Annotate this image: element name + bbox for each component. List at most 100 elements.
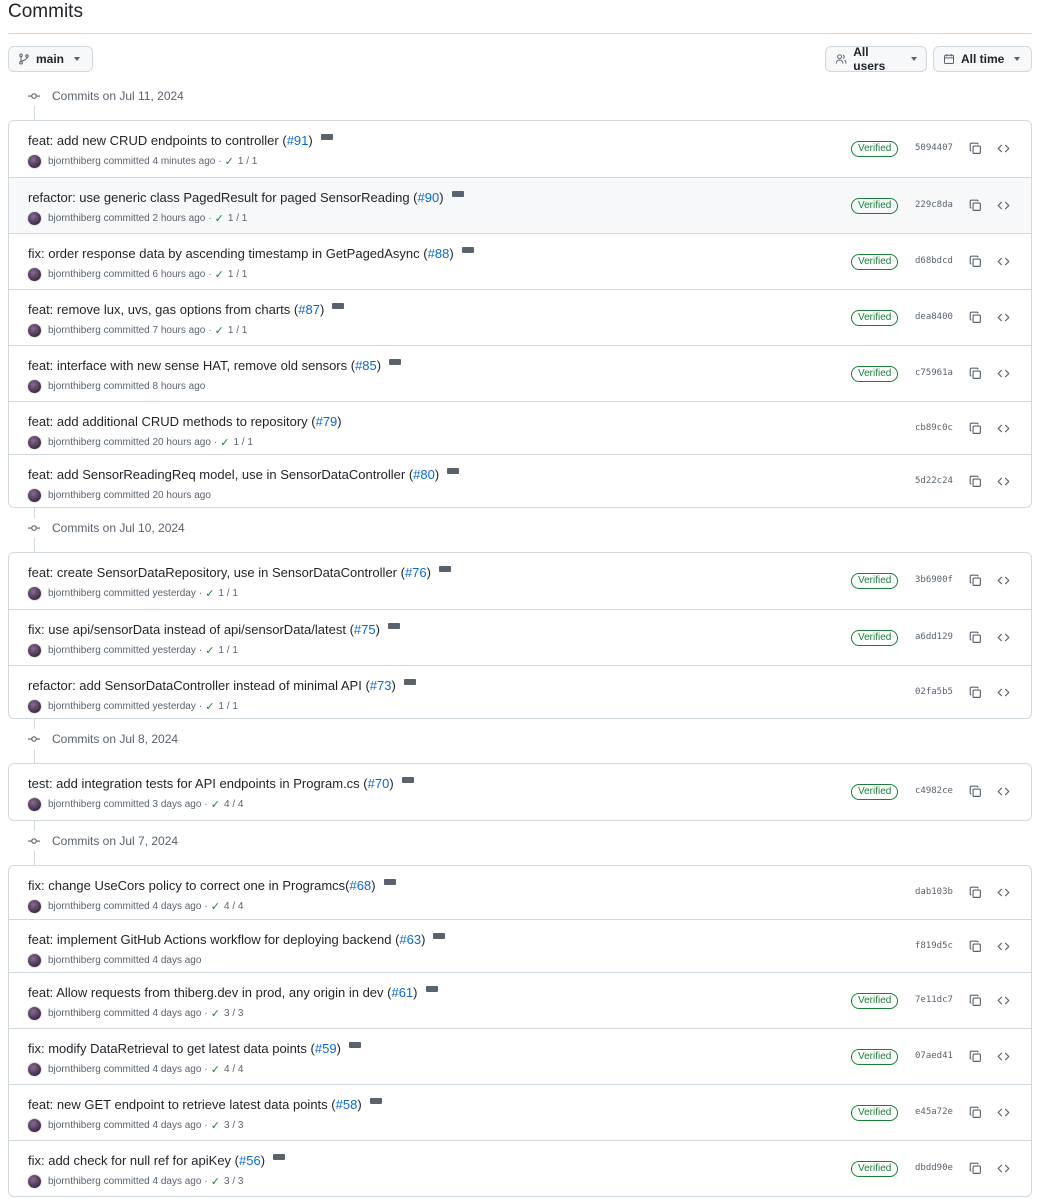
- code-browse-icon[interactable]: [997, 142, 1010, 155]
- ellipsis-expand-button[interactable]: [389, 358, 402, 365]
- copy-icon[interactable]: [969, 886, 982, 899]
- check-icon[interactable]: ✓: [225, 155, 234, 168]
- pull-request-link[interactable]: #56: [239, 1153, 261, 1168]
- author-link[interactable]: bjornthiberg: [48, 490, 101, 501]
- pull-request-link[interactable]: #75: [354, 622, 376, 637]
- pull-request-link[interactable]: #68: [350, 878, 372, 893]
- copy-icon[interactable]: [969, 1106, 982, 1119]
- commit-sha-link[interactable]: c75961a: [915, 368, 953, 378]
- verified-badge[interactable]: Verified: [851, 630, 899, 646]
- pull-request-link[interactable]: #80: [413, 467, 435, 482]
- copy-icon[interactable]: [969, 631, 982, 644]
- ellipsis-expand-button[interactable]: [383, 878, 396, 885]
- commit-sha-link[interactable]: cb89c0c: [915, 423, 953, 433]
- check-icon[interactable]: ✓: [215, 324, 224, 337]
- commit-title[interactable]: fix: modify DataRetrieval to get latest …: [28, 1041, 315, 1056]
- avatar[interactable]: [28, 954, 41, 967]
- verified-badge[interactable]: Verified: [851, 1105, 899, 1121]
- verified-badge[interactable]: Verified: [851, 198, 899, 214]
- commit-row[interactable]: feat: add SensorReadingReq model, use in…: [9, 454, 1031, 507]
- code-browse-icon[interactable]: [997, 1106, 1010, 1119]
- checks-count[interactable]: 4 / 4: [224, 1064, 243, 1075]
- avatar[interactable]: [28, 380, 41, 393]
- check-icon[interactable]: ✓: [211, 798, 220, 811]
- checks-count[interactable]: 1 / 1: [228, 213, 247, 224]
- branch-selector-button[interactable]: main: [8, 46, 93, 72]
- checks-count[interactable]: 3 / 3: [224, 1176, 243, 1187]
- commit-sha-link[interactable]: c4982ce: [915, 786, 953, 796]
- code-browse-icon[interactable]: [997, 574, 1010, 587]
- commit-title[interactable]: fix: order response data by ascending ti…: [28, 246, 428, 261]
- checks-count[interactable]: 1 / 1: [233, 437, 252, 448]
- author-link[interactable]: bjornthiberg: [48, 1008, 101, 1019]
- author-link[interactable]: bjornthiberg: [48, 588, 101, 599]
- code-browse-icon[interactable]: [997, 886, 1010, 899]
- pull-request-link[interactable]: #73: [370, 678, 392, 693]
- time-filter-button[interactable]: All time: [933, 46, 1032, 72]
- commit-title[interactable]: feat: interface with new sense HAT, remo…: [28, 358, 355, 373]
- author-link[interactable]: bjornthiberg: [48, 1176, 101, 1187]
- avatar[interactable]: [28, 900, 41, 913]
- checks-count[interactable]: 3 / 3: [224, 1008, 243, 1019]
- code-browse-icon[interactable]: [997, 1162, 1010, 1175]
- ellipsis-expand-button[interactable]: [348, 1041, 361, 1048]
- commit-title[interactable]: feat: create SensorDataRepository, use i…: [28, 565, 405, 580]
- commit-message[interactable]: test: add integration tests for API endp…: [28, 776, 414, 791]
- commit-title[interactable]: feat: new GET endpoint to retrieve lates…: [28, 1097, 336, 1112]
- commit-row[interactable]: fix: order response data by ascending ti…: [9, 233, 1031, 289]
- code-browse-icon[interactable]: [997, 255, 1010, 268]
- copy-icon[interactable]: [969, 994, 982, 1007]
- avatar[interactable]: [28, 798, 41, 811]
- commit-title[interactable]: fix: change UseCors policy to correct on…: [28, 878, 350, 893]
- code-browse-icon[interactable]: [997, 311, 1010, 324]
- commit-title[interactable]: feat: add new CRUD endpoints to controll…: [28, 133, 287, 148]
- ellipsis-expand-button[interactable]: [425, 985, 438, 992]
- pull-request-link[interactable]: #61: [391, 985, 413, 1000]
- author-link[interactable]: bjornthiberg: [48, 1064, 101, 1075]
- avatar[interactable]: [28, 324, 41, 337]
- commit-sha-link[interactable]: dab103b: [915, 887, 953, 897]
- copy-icon[interactable]: [969, 686, 982, 699]
- avatar[interactable]: [28, 268, 41, 281]
- commit-title[interactable]: feat: Allow requests from thiberg.dev in…: [28, 985, 391, 1000]
- copy-icon[interactable]: [969, 255, 982, 268]
- commit-row[interactable]: feat: add additional CRUD methods to rep…: [9, 401, 1031, 454]
- avatar[interactable]: [28, 1175, 41, 1188]
- commit-sha-link[interactable]: 02fa5b5: [915, 687, 953, 697]
- avatar[interactable]: [28, 1007, 41, 1020]
- avatar[interactable]: [28, 1119, 41, 1132]
- checks-count[interactable]: 1 / 1: [218, 588, 237, 599]
- commit-row[interactable]: feat: remove lux, uvs, gas options from …: [9, 289, 1031, 345]
- pull-request-link[interactable]: #85: [355, 358, 377, 373]
- author-link[interactable]: bjornthiberg: [48, 269, 101, 280]
- avatar[interactable]: [28, 1063, 41, 1076]
- checks-count[interactable]: 1 / 1: [228, 325, 247, 336]
- avatar[interactable]: [28, 587, 41, 600]
- checks-count[interactable]: 3 / 3: [224, 1120, 243, 1131]
- pull-request-link[interactable]: #59: [315, 1041, 337, 1056]
- commit-row[interactable]: feat: create SensorDataRepository, use i…: [9, 553, 1031, 609]
- ellipsis-expand-button[interactable]: [332, 302, 345, 309]
- commit-sha-link[interactable]: f819d5c: [915, 941, 953, 951]
- copy-icon[interactable]: [969, 785, 982, 798]
- checks-count[interactable]: 1 / 1: [218, 645, 237, 656]
- pull-request-link[interactable]: #76: [405, 565, 427, 580]
- checks-count[interactable]: 1 / 1: [218, 701, 237, 712]
- verified-badge[interactable]: Verified: [851, 366, 899, 382]
- verified-badge[interactable]: Verified: [851, 784, 899, 800]
- commit-row[interactable]: refactor: add SensorDataController inste…: [9, 665, 1031, 718]
- commit-sha-link[interactable]: 07aed41: [915, 1051, 953, 1061]
- pull-request-link[interactable]: #90: [418, 190, 440, 205]
- author-link[interactable]: bjornthiberg: [48, 437, 101, 448]
- code-browse-icon[interactable]: [997, 199, 1010, 212]
- commit-row[interactable]: feat: interface with new sense HAT, remo…: [9, 345, 1031, 401]
- commit-title[interactable]: test: add integration tests for API endp…: [28, 776, 368, 791]
- author-link[interactable]: bjornthiberg: [48, 381, 101, 392]
- commit-row[interactable]: fix: use api/sensorData instead of api/s…: [9, 609, 1031, 665]
- copy-icon[interactable]: [969, 142, 982, 155]
- checks-count[interactable]: 4 / 4: [224, 901, 243, 912]
- avatar[interactable]: [28, 212, 41, 225]
- verified-badge[interactable]: Verified: [851, 1049, 899, 1065]
- check-icon[interactable]: ✓: [220, 436, 229, 449]
- avatar[interactable]: [28, 436, 41, 449]
